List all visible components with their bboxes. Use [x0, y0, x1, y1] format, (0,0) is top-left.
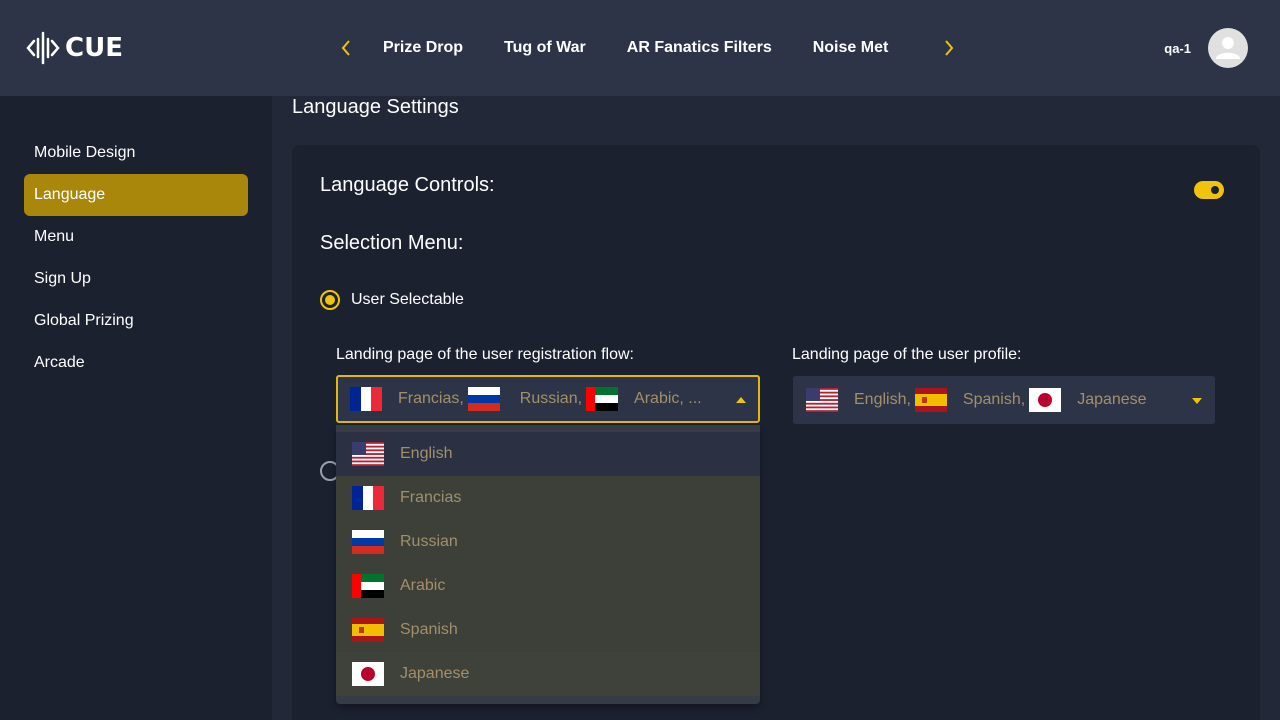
usa-flag-icon	[352, 442, 384, 466]
selected-chip: Japanese	[1077, 391, 1147, 408]
caret-up-icon	[736, 397, 746, 403]
selected-chip: Spanish,	[962, 391, 1026, 408]
sidebar-item-language[interactable]: Language	[24, 174, 248, 216]
nav-tab-tug-of-war[interactable]: Tug of War	[504, 39, 586, 57]
japan-flag-icon	[1029, 388, 1061, 412]
profile-landing-label: Landing page of the user profile:	[792, 346, 1022, 363]
sidebar-item-menu[interactable]: Menu	[24, 216, 248, 258]
language-option-english[interactable]: English	[336, 432, 760, 476]
registration-landing-label: Landing page of the user registration fl…	[336, 346, 634, 363]
caret-down-icon	[1192, 398, 1202, 404]
top-header: CUE Prize Drop Tug of War AR Fanatics Fi…	[0, 0, 1280, 96]
user-menu[interactable]: qa-1	[1164, 28, 1248, 68]
profile-language-select[interactable]: English, Spanish, Japanese	[793, 376, 1215, 424]
language-option-spanish[interactable]: Spanish	[336, 608, 760, 652]
sidebar-item-label: Sign Up	[34, 270, 91, 287]
chevron-right-icon	[945, 40, 954, 56]
language-option-arabic[interactable]: Arabic	[336, 564, 760, 608]
page-title: Language Settings	[292, 96, 459, 118]
sidebar-item-label: Arcade	[34, 354, 85, 371]
option-label: English	[400, 445, 453, 462]
option-label: Francias	[400, 489, 462, 506]
uae-flag-icon	[352, 574, 384, 598]
russia-flag-icon	[352, 530, 384, 554]
top-nav: Prize Drop Tug of War AR Fanatics Filter…	[336, 30, 959, 66]
language-controls-heading: Language Controls:	[320, 174, 495, 196]
selected-chip: Arabic, ...	[634, 390, 702, 407]
sidebar-item-mobile-design[interactable]: Mobile Design	[24, 132, 248, 174]
sidebar-item-label: Global Prizing	[34, 312, 134, 329]
language-option-japanese[interactable]: Japanese	[336, 652, 760, 696]
sidebar-item-label: Menu	[34, 228, 75, 245]
language-dropdown-list: English Francias Russian Arabic Spanish …	[336, 425, 760, 704]
user-name: qa-1	[1164, 40, 1191, 56]
registration-language-select[interactable]: Francias, Russian, Arabic, ...	[336, 375, 760, 423]
sidebar-item-label: Mobile Design	[34, 144, 136, 161]
sidebar-item-label: Language	[34, 186, 106, 203]
selection-menu-heading: Selection Menu:	[320, 232, 464, 254]
uae-flag-icon	[586, 387, 618, 411]
radio-checked-icon	[320, 290, 340, 310]
chevron-left-icon	[341, 40, 350, 56]
japan-flag-icon	[352, 662, 384, 686]
soundwave-logo-icon	[26, 31, 60, 65]
france-flag-icon	[350, 387, 382, 411]
option-label: Spanish	[400, 621, 458, 638]
nav-prev-button[interactable]	[336, 30, 356, 66]
nav-tabs: Prize Drop Tug of War AR Fanatics Filter…	[383, 39, 925, 57]
nav-tab-ar-fanatics-filters[interactable]: AR Fanatics Filters	[627, 39, 772, 57]
nav-next-button[interactable]	[939, 30, 959, 66]
russia-flag-icon	[468, 387, 500, 411]
nav-tab-prize-drop[interactable]: Prize Drop	[383, 39, 463, 57]
france-flag-icon	[352, 486, 384, 510]
spain-flag-icon	[915, 388, 947, 412]
spain-flag-icon	[352, 618, 384, 642]
language-option-russian[interactable]: Russian	[336, 520, 760, 564]
sidebar-item-arcade[interactable]: Arcade	[24, 342, 248, 384]
brand-logo[interactable]: CUE	[25, 30, 123, 66]
radio-user-selectable[interactable]: User Selectable	[320, 290, 464, 310]
user-avatar-icon[interactable]	[1208, 28, 1248, 68]
usa-flag-icon	[806, 388, 838, 412]
radio-user-selectable-label: User Selectable	[351, 291, 464, 308]
sidebar: Mobile Design Language Menu Sign Up Glob…	[0, 96, 272, 720]
nav-tab-noise-meter[interactable]: Noise Met	[813, 39, 889, 57]
language-controls-toggle[interactable]	[1194, 181, 1224, 199]
selected-chip: English,	[854, 391, 911, 408]
selected-chip: Francias,	[398, 390, 464, 407]
toggle-knob	[1211, 186, 1219, 194]
selected-chip: Russian,	[519, 390, 583, 407]
sidebar-item-global-prizing[interactable]: Global Prizing	[24, 300, 248, 342]
language-option-francias[interactable]: Francias	[336, 476, 760, 520]
option-label: Russian	[400, 533, 458, 550]
brand-name: CUE	[65, 33, 123, 63]
sidebar-item-sign-up[interactable]: Sign Up	[24, 258, 248, 300]
option-label: Arabic	[400, 577, 446, 594]
option-label: Japanese	[400, 665, 470, 682]
